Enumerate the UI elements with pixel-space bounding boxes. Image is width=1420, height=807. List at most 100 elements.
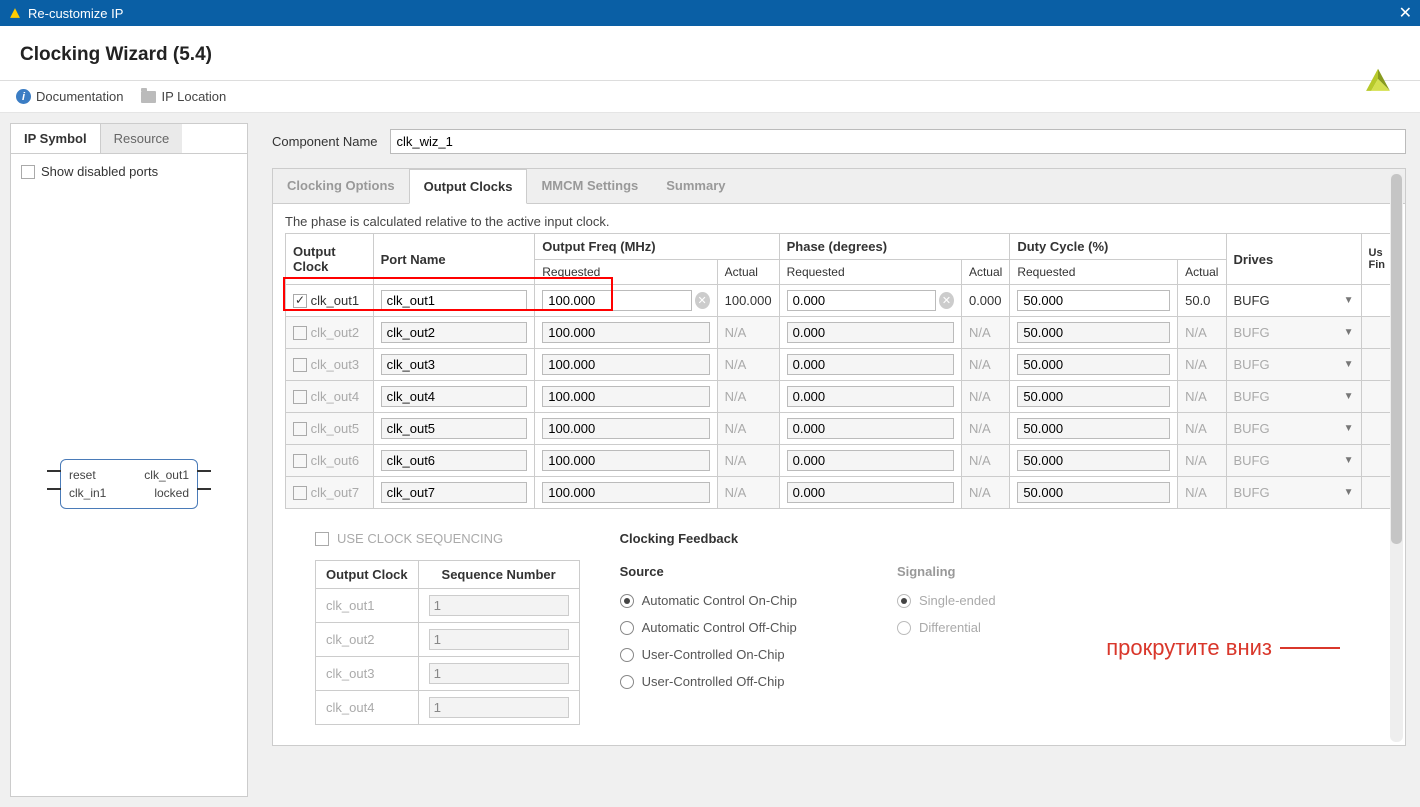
enable-checkbox[interactable] bbox=[293, 390, 307, 404]
radio-label: User-Controlled On-Chip bbox=[642, 647, 785, 662]
close-icon[interactable]: ✕ bbox=[1399, 3, 1412, 23]
phase-requested-input[interactable] bbox=[787, 354, 954, 375]
phase-actual: N/A bbox=[961, 477, 1009, 509]
freq-requested-input[interactable] bbox=[542, 386, 709, 407]
duty-actual: N/A bbox=[1178, 445, 1226, 477]
table-row: clk_out2N/AN/AN/ABUFG▼ bbox=[286, 317, 1393, 349]
seq-clock-name: clk_out4 bbox=[316, 691, 419, 725]
signaling-radio: Single-ended bbox=[897, 593, 996, 608]
clear-icon[interactable]: ✕ bbox=[939, 292, 954, 309]
freq-requested-input[interactable] bbox=[542, 354, 709, 375]
source-radio[interactable]: Automatic Control Off-Chip bbox=[620, 620, 797, 635]
duty-requested-input[interactable] bbox=[1017, 386, 1170, 407]
table-row: clk_out1✕100.000✕0.00050.0BUFG▼ bbox=[286, 285, 1393, 317]
tab-resource[interactable]: Resource bbox=[101, 124, 183, 153]
clear-icon[interactable]: ✕ bbox=[695, 292, 710, 309]
freq-requested-input[interactable] bbox=[542, 482, 709, 503]
source-radio[interactable]: User-Controlled On-Chip bbox=[620, 647, 797, 662]
drives-select[interactable]: BUFG▼ bbox=[1234, 293, 1354, 308]
freq-requested-input[interactable] bbox=[542, 418, 709, 439]
port-name-input[interactable] bbox=[381, 418, 528, 439]
freq-actual: N/A bbox=[717, 381, 779, 413]
col-freq-req: Requested bbox=[535, 260, 717, 285]
seq-number-input bbox=[429, 595, 569, 616]
radio-label: Differential bbox=[919, 620, 981, 635]
seq-row: clk_out1 bbox=[316, 589, 580, 623]
col-phase-req: Requested bbox=[779, 260, 961, 285]
scrollbar[interactable] bbox=[1390, 172, 1403, 742]
table-row: clk_out7N/AN/AN/ABUFG▼ bbox=[286, 477, 1393, 509]
port-name-input[interactable] bbox=[381, 450, 528, 471]
freq-actual: 100.000 bbox=[717, 285, 779, 317]
phase-requested-input[interactable] bbox=[787, 322, 954, 343]
port-name-input[interactable] bbox=[381, 290, 528, 311]
freq-requested-input[interactable] bbox=[542, 290, 691, 311]
use-clock-sequencing-checkbox[interactable]: USE CLOCK SEQUENCING bbox=[315, 531, 580, 546]
phase-requested-input[interactable] bbox=[787, 482, 954, 503]
enable-checkbox[interactable] bbox=[293, 454, 307, 468]
phase-requested-input[interactable] bbox=[787, 418, 954, 439]
port-name-input[interactable] bbox=[381, 386, 528, 407]
clock-name: clk_out5 bbox=[311, 421, 359, 436]
drives-select[interactable]: BUFG▼ bbox=[1234, 357, 1354, 372]
port-name-input[interactable] bbox=[381, 322, 528, 343]
documentation-link[interactable]: i Documentation bbox=[16, 89, 123, 104]
col-duty-act: Actual bbox=[1178, 260, 1226, 285]
port-reset: reset bbox=[69, 466, 96, 484]
seq-number-input bbox=[429, 663, 569, 684]
phase-actual: N/A bbox=[961, 317, 1009, 349]
table-row: clk_out6N/AN/AN/ABUFG▼ bbox=[286, 445, 1393, 477]
ip-symbol-block: reset clk_out1 clk_in1 locked bbox=[60, 459, 198, 509]
radio-icon bbox=[897, 621, 911, 635]
freq-requested-input[interactable] bbox=[542, 450, 709, 471]
duty-actual: N/A bbox=[1178, 317, 1226, 349]
duty-requested-input[interactable] bbox=[1017, 450, 1170, 471]
component-name-input[interactable] bbox=[390, 129, 1407, 154]
duty-requested-input[interactable] bbox=[1017, 290, 1170, 311]
phase-requested-input[interactable] bbox=[787, 290, 936, 311]
scrollbar-thumb[interactable] bbox=[1391, 174, 1402, 544]
phase-requested-input[interactable] bbox=[787, 386, 954, 407]
enable-checkbox[interactable] bbox=[293, 486, 307, 500]
tab-output-clocks[interactable]: Output Clocks bbox=[409, 169, 528, 204]
duty-requested-input[interactable] bbox=[1017, 322, 1170, 343]
duty-requested-input[interactable] bbox=[1017, 482, 1170, 503]
port-name-input[interactable] bbox=[381, 354, 528, 375]
phase-requested-input[interactable] bbox=[787, 450, 954, 471]
header: Clocking Wizard (5.4) bbox=[0, 26, 1420, 81]
drives-select[interactable]: BUFG▼ bbox=[1234, 485, 1354, 500]
tab-mmcm-settings[interactable]: MMCM Settings bbox=[527, 169, 652, 203]
output-clocks-table: Output Clock Port Name Output Freq (MHz)… bbox=[285, 233, 1393, 509]
duty-actual: N/A bbox=[1178, 477, 1226, 509]
tab-clocking-options[interactable]: Clocking Options bbox=[273, 169, 409, 203]
signaling-radio: Differential bbox=[897, 620, 996, 635]
show-disabled-ports-checkbox[interactable]: Show disabled ports bbox=[21, 164, 237, 179]
drives-select[interactable]: BUFG▼ bbox=[1234, 453, 1354, 468]
phase-actual: N/A bbox=[961, 413, 1009, 445]
enable-checkbox[interactable] bbox=[293, 358, 307, 372]
duty-requested-input[interactable] bbox=[1017, 418, 1170, 439]
freq-actual: N/A bbox=[717, 477, 779, 509]
duty-requested-input[interactable] bbox=[1017, 354, 1170, 375]
enable-checkbox[interactable] bbox=[293, 294, 307, 308]
drives-select[interactable]: BUFG▼ bbox=[1234, 421, 1354, 436]
drives-select[interactable]: BUFG▼ bbox=[1234, 325, 1354, 340]
source-radio[interactable]: Automatic Control On-Chip bbox=[620, 593, 797, 608]
source-radio[interactable]: User-Controlled Off-Chip bbox=[620, 674, 797, 689]
enable-checkbox[interactable] bbox=[293, 326, 307, 340]
seq-col-number: Sequence Number bbox=[418, 561, 579, 589]
drives-select[interactable]: BUFG▼ bbox=[1234, 389, 1354, 404]
tab-ip-symbol[interactable]: IP Symbol bbox=[11, 124, 101, 153]
clocking-feedback-title: Clocking Feedback bbox=[620, 531, 1381, 546]
folder-icon bbox=[141, 91, 156, 103]
clock-name: clk_out6 bbox=[311, 453, 359, 468]
tab-summary[interactable]: Summary bbox=[652, 169, 739, 203]
radio-label: Single-ended bbox=[919, 593, 996, 608]
enable-checkbox[interactable] bbox=[293, 422, 307, 436]
titlebar: Re-customize IP ✕ bbox=[0, 0, 1420, 26]
seq-row: clk_out2 bbox=[316, 623, 580, 657]
ip-location-link[interactable]: IP Location bbox=[141, 89, 226, 104]
chevron-down-icon: ▼ bbox=[1344, 359, 1354, 370]
port-name-input[interactable] bbox=[381, 482, 528, 503]
freq-requested-input[interactable] bbox=[542, 322, 709, 343]
